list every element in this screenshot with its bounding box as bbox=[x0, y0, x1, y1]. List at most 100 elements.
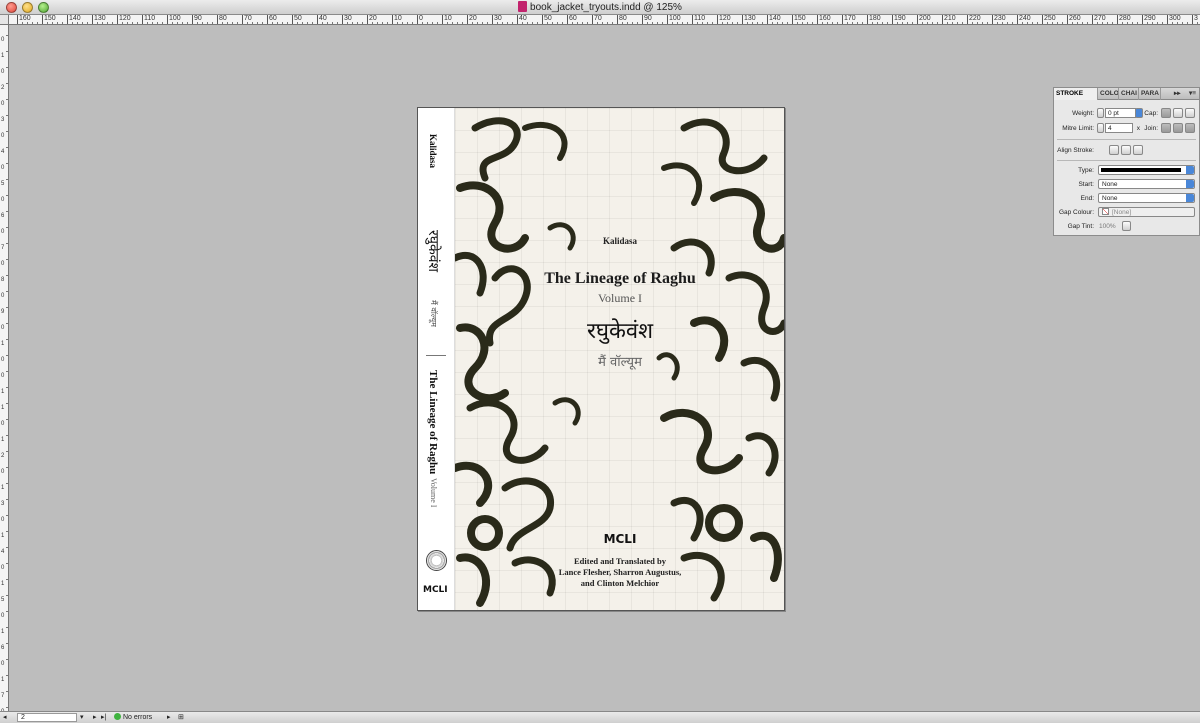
ruler-minor-tick bbox=[377, 22, 378, 24]
ruler-major-tick bbox=[367, 15, 368, 24]
tab-character[interactable]: CHAI bbox=[1119, 88, 1139, 100]
projecting-cap-button[interactable] bbox=[1185, 108, 1195, 118]
ruler-tick-label: 150 bbox=[794, 15, 806, 22]
tab-paragraph[interactable]: PARA bbox=[1139, 88, 1161, 100]
weight-stepper[interactable] bbox=[1097, 108, 1104, 118]
ruler-minor-tick bbox=[177, 22, 178, 24]
next-page-icon[interactable]: ▸ bbox=[93, 713, 97, 723]
ruler-minor-tick bbox=[1162, 22, 1163, 24]
ruler-minor-tick bbox=[1052, 22, 1053, 24]
ruler-tick-label: 0 bbox=[1, 517, 5, 523]
last-page-icon[interactable]: ▸| bbox=[101, 713, 106, 723]
bevel-join-button[interactable] bbox=[1185, 123, 1195, 133]
ruler-minor-tick bbox=[577, 22, 578, 24]
ruler-minor-tick bbox=[607, 22, 608, 24]
weight-input[interactable]: 0 pt bbox=[1105, 108, 1136, 118]
ruler-minor-tick bbox=[637, 22, 638, 24]
align-outside-button[interactable] bbox=[1133, 145, 1143, 155]
book-jacket-page[interactable]: Kalidasa रघुकेवंश मैं वॉल्यूम The Lineag… bbox=[417, 107, 785, 611]
end-select[interactable]: None bbox=[1098, 193, 1195, 203]
ruler-major-tick bbox=[567, 15, 568, 24]
ruler-tick-label: 0 bbox=[1, 613, 5, 619]
ruler-minor-tick bbox=[152, 22, 153, 24]
ruler-tick-label: 110 bbox=[694, 15, 706, 22]
ruler-minor-tick bbox=[987, 22, 988, 24]
ruler-minor-tick bbox=[412, 22, 413, 24]
end-label: End: bbox=[1080, 195, 1094, 202]
ruler-minor-tick bbox=[302, 22, 303, 24]
ruler-minor-tick bbox=[482, 22, 483, 24]
stroke-panel[interactable]: STROKE COLO CHAI PARA ▸▸ ▾≡ Weight: 0 pt… bbox=[1053, 87, 1200, 236]
preflight-status[interactable]: No errors bbox=[114, 713, 152, 723]
ruler-minor-tick bbox=[677, 22, 678, 24]
ruler-major-tick bbox=[992, 15, 993, 24]
ruler-minor-tick bbox=[962, 22, 963, 24]
open-file-icon[interactable]: ⊞ bbox=[178, 713, 184, 723]
ruler-major-tick bbox=[267, 15, 268, 24]
ruler-minor-tick bbox=[1152, 22, 1153, 24]
align-center-button[interactable] bbox=[1109, 145, 1119, 155]
ruler-minor-tick bbox=[282, 22, 283, 24]
gap-tint-value: 100% bbox=[1099, 223, 1116, 230]
ruler-major-tick bbox=[117, 15, 118, 24]
ruler-minor-tick bbox=[862, 22, 863, 24]
align-inside-button[interactable] bbox=[1121, 145, 1131, 155]
start-select[interactable]: None bbox=[1098, 179, 1195, 189]
ruler-minor-tick bbox=[747, 22, 748, 24]
ruler-minor-tick bbox=[547, 22, 548, 24]
ruler-tick-label: 300 bbox=[1169, 15, 1181, 22]
ruler-minor-tick bbox=[187, 22, 188, 24]
ruler-minor-tick bbox=[197, 22, 198, 24]
mitre-limit-input[interactable]: 4 bbox=[1105, 123, 1133, 133]
round-cap-button[interactable] bbox=[1173, 108, 1183, 118]
join-label: Join: bbox=[1144, 125, 1158, 132]
horizontal-ruler[interactable]: 160 150 140 130 120 110 100 90 80 70 60 50 40 30 20 10 0… bbox=[9, 15, 1200, 25]
preflight-ok-icon bbox=[114, 713, 121, 720]
ruler-tick-label: 0 bbox=[1, 469, 5, 475]
round-join-button[interactable] bbox=[1173, 123, 1183, 133]
ruler-tick-label: 2 bbox=[1, 453, 5, 459]
ruler-tick-label: 1 bbox=[1, 437, 5, 443]
solid-line-swatch bbox=[1101, 168, 1181, 172]
page-dropdown-icon[interactable]: ▾ bbox=[80, 713, 84, 723]
ruler-minor-tick bbox=[332, 22, 333, 24]
gap-colour-select[interactable]: [None] bbox=[1098, 207, 1195, 217]
weight-dropdown[interactable] bbox=[1135, 108, 1143, 118]
ruler-tick-label: 200 bbox=[919, 15, 931, 22]
gap-tint-slider-button[interactable] bbox=[1122, 221, 1131, 231]
front-cover[interactable]: Kalidasa The Lineage of Raghu Volume I र… bbox=[455, 108, 784, 610]
tab-label: CHAI bbox=[1121, 90, 1137, 97]
ruler-tick-label: 1 bbox=[1, 53, 5, 59]
gap-colour-label: Gap Colour: bbox=[1058, 209, 1094, 216]
ruler-tick-label: 180 bbox=[869, 15, 881, 22]
stroke-type-select[interactable] bbox=[1098, 165, 1195, 175]
ruler-major-tick bbox=[942, 15, 943, 24]
credits-line: Edited and Translated by bbox=[573, 556, 667, 566]
page-number-field[interactable]: 2 bbox=[17, 713, 77, 722]
mitre-limit-label: Mitre Limit: bbox=[1062, 125, 1094, 132]
mitre-stepper[interactable] bbox=[1097, 123, 1104, 133]
previous-spread-icon[interactable]: ◂ bbox=[3, 713, 7, 723]
book-spine[interactable]: Kalidasa रघुकेवंश मैं वॉल्यूम The Lineag… bbox=[418, 108, 455, 610]
panel-menu-icon[interactable]: ▾≡ bbox=[1187, 88, 1199, 100]
miter-join-button[interactable] bbox=[1161, 123, 1171, 133]
panel-collapse-icon[interactable]: ▸▸ bbox=[1172, 88, 1184, 100]
ruler-minor-tick bbox=[387, 22, 388, 24]
ruler-tick-label: 1 bbox=[1, 533, 5, 539]
ruler-major-tick bbox=[242, 15, 243, 24]
butt-cap-button[interactable] bbox=[1161, 108, 1171, 118]
ruler-minor-tick bbox=[22, 22, 23, 24]
ruler-tick-label: 0 bbox=[1, 69, 5, 75]
vertical-ruler[interactable]: 0 1 0 2 0 3 0 4 0 5 0 6 0 7 0 8 0 9 0 1 0 0 1 1 0 1 2 0 1 3 0 1 4 0 1 5 0 1 6 0… bbox=[0, 25, 9, 711]
ruler-minor-tick bbox=[407, 22, 408, 24]
tab-colour[interactable]: COLO bbox=[1098, 88, 1119, 100]
ruler-minor-tick bbox=[777, 22, 778, 24]
preflight-menu-icon[interactable]: ▸ bbox=[167, 713, 171, 723]
ruler-minor-tick bbox=[507, 22, 508, 24]
ruler-minor-tick bbox=[627, 22, 628, 24]
ruler-minor-tick bbox=[1007, 22, 1008, 24]
ruler-tick-label: 160 bbox=[19, 15, 31, 22]
ruler-minor-tick bbox=[257, 22, 258, 24]
tab-stroke[interactable]: STROKE bbox=[1054, 88, 1098, 100]
ruler-origin[interactable] bbox=[0, 15, 9, 25]
